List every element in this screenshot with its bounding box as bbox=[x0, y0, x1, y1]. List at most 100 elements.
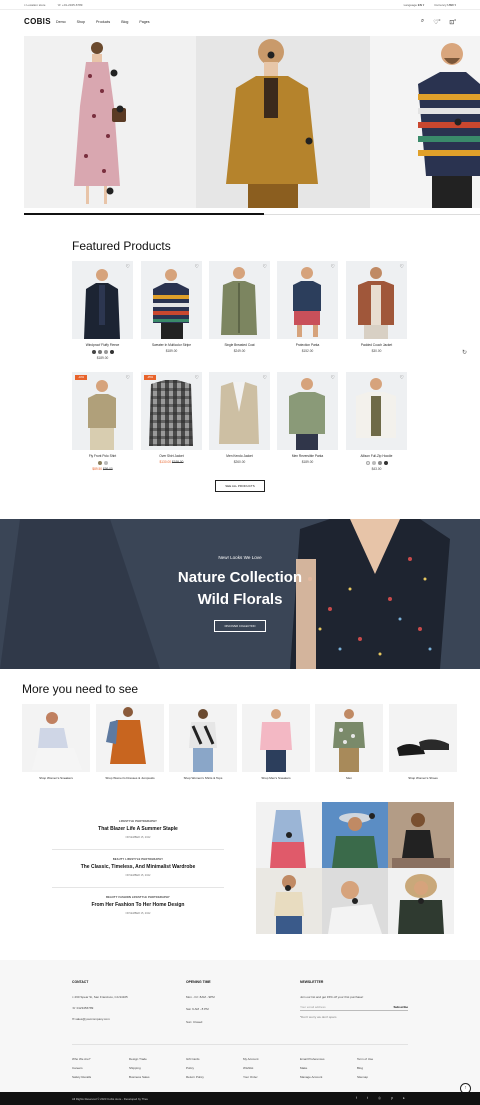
product-card[interactable]: ♡ Padded Couch Jacket $30.00 bbox=[346, 261, 407, 353]
discover-collection-button[interactable]: DISCOVER COLLECTION bbox=[214, 620, 266, 632]
category-card[interactable]: Shop Women's Shirts & Tops bbox=[169, 704, 237, 780]
blog-post[interactable]: BEAUTY FASHION LIFESTYLE PHOTOGRAPHY Fro… bbox=[52, 896, 224, 915]
hero-slider[interactable] bbox=[24, 36, 480, 208]
footer-link[interactable]: Return Policy bbox=[186, 1075, 204, 1079]
product-card[interactable]: ♡ Sweater In Multicolor Stripe $189.00 bbox=[141, 261, 202, 353]
category-image[interactable] bbox=[315, 704, 383, 772]
product-card[interactable]: ♡ Protection Parka $152.00 bbox=[277, 261, 338, 353]
category-image[interactable] bbox=[96, 704, 164, 772]
category-label[interactable]: Shop Women's Dresses & Jumpsuits bbox=[96, 776, 164, 780]
scroll-refresh-icon[interactable]: ↻ bbox=[462, 349, 467, 356]
footer-link[interactable]: Email Preferences bbox=[300, 1057, 325, 1061]
footer-link[interactable]: Shipping bbox=[129, 1066, 141, 1070]
category-image[interactable] bbox=[22, 704, 90, 772]
product-image[interactable]: ♡ bbox=[277, 372, 338, 450]
wishlist-heart-icon[interactable]: ♡ bbox=[263, 264, 267, 270]
product-image[interactable]: ♡ bbox=[209, 372, 270, 450]
product-name[interactable]: Sweater In Multicolor Stripe bbox=[141, 343, 202, 347]
category-label[interactable]: Men bbox=[315, 776, 383, 780]
product-name[interactable]: Fly Front Polo Shirt bbox=[72, 454, 133, 458]
post-tags[interactable]: BEAUTY LIFESTYLE PHOTOGRAPHY bbox=[52, 858, 224, 861]
wishlist-heart-icon[interactable]: ♡ bbox=[331, 375, 335, 381]
blog-post[interactable]: LIFESTYLE PHOTOGRAPHY That Blazer Life A… bbox=[52, 820, 224, 839]
post-title[interactable]: The Classic, Timeless, And Minimalist Wa… bbox=[52, 864, 224, 870]
location-link[interactable]: ⌖ Location store bbox=[24, 3, 45, 7]
product-name[interactable]: Protection Parka bbox=[277, 343, 338, 347]
category-card[interactable]: Men bbox=[315, 704, 383, 780]
nav-item-demo[interactable]: Demo bbox=[56, 20, 66, 24]
twitter-icon[interactable]: t bbox=[367, 1096, 368, 1100]
language-select[interactable]: Language EN ▾ bbox=[404, 3, 425, 7]
wishlist-heart-icon[interactable]: ♡ bbox=[263, 375, 267, 381]
post-title[interactable]: That Blazer Life A Summer Staple bbox=[52, 826, 224, 832]
facebook-icon[interactable]: f bbox=[356, 1096, 357, 1100]
footer-link[interactable]: Safety Recalls bbox=[72, 1075, 91, 1079]
phone-link[interactable]: ☏ +01-2345-6789 bbox=[57, 3, 82, 7]
wishlist-heart-icon[interactable]: ♡ bbox=[195, 375, 199, 381]
wishlist-heart-icon[interactable]: ♡ bbox=[126, 264, 130, 270]
product-name[interactable]: Over Shirt Jacket bbox=[141, 454, 202, 458]
footer-link[interactable]: Policy bbox=[186, 1066, 194, 1070]
youtube-icon[interactable]: ▸ bbox=[403, 1096, 405, 1100]
footer-link[interactable]: Design Trade bbox=[129, 1057, 147, 1061]
product-image[interactable]: ♡ bbox=[209, 261, 270, 339]
category-card[interactable]: Shop Women's Shoes bbox=[389, 704, 457, 780]
footer-link[interactable]: Gift Cards bbox=[186, 1057, 200, 1061]
wishlist-heart-icon[interactable]: ♡ bbox=[400, 264, 404, 270]
subscribe-button[interactable]: Subscribe bbox=[393, 1005, 408, 1009]
product-card[interactable]: ♡ Allison Full-Zip Hoodie $43.00 bbox=[346, 372, 407, 471]
pinterest-icon[interactable]: p bbox=[391, 1096, 393, 1100]
category-card[interactable]: Shop Women's Dresses & Jumpsuits bbox=[96, 704, 164, 780]
category-image[interactable] bbox=[242, 704, 310, 772]
footer-link[interactable]: Sitemap bbox=[357, 1075, 368, 1079]
category-image[interactable] bbox=[169, 704, 237, 772]
product-image[interactable]: ♡ bbox=[141, 261, 202, 339]
product-card[interactable]: -10% ♡ Fly Front Polo Shirt $89.50 $99.0… bbox=[72, 372, 133, 471]
nav-item-products[interactable]: Products bbox=[96, 20, 110, 24]
wishlist-heart-icon[interactable]: ♡ bbox=[331, 264, 335, 270]
gallery-image[interactable] bbox=[256, 868, 322, 934]
wishlist-heart-icon[interactable]: ♡ bbox=[400, 375, 404, 381]
nav-item-shop[interactable]: Shop bbox=[77, 20, 85, 24]
cart-icon[interactable]: ⊡0 bbox=[449, 18, 456, 26]
category-label[interactable]: Shop Women's Shirts & Tops bbox=[169, 776, 237, 780]
footer-email[interactable]: ✉ sales@yourcompany.com bbox=[72, 1017, 110, 1021]
category-label[interactable]: Shop Women's Shoes bbox=[389, 776, 457, 780]
product-card[interactable]: ♡ Men Reversible Parka $189.00 bbox=[277, 372, 338, 464]
gallery-image[interactable] bbox=[322, 868, 388, 934]
product-name[interactable]: Men Reversible Parka bbox=[277, 454, 338, 458]
product-image[interactable]: -35% ♡ bbox=[141, 372, 202, 450]
product-name[interactable]: Windproof Fluffy Fleece bbox=[72, 343, 133, 347]
category-card[interactable]: Shop Men's Sneakers bbox=[242, 704, 310, 780]
gallery-image[interactable] bbox=[388, 868, 454, 934]
product-image[interactable]: ♡ bbox=[277, 261, 338, 339]
product-name[interactable]: Men Kendo Jacket bbox=[209, 454, 270, 458]
footer-phone[interactable]: ☏ 0123456789 bbox=[72, 1006, 93, 1010]
product-card[interactable]: ♡ Men Kendo Jacket $260.00 bbox=[209, 372, 270, 464]
footer-link[interactable]: Make bbox=[300, 1066, 307, 1070]
nav-item-blog[interactable]: Blog bbox=[121, 20, 128, 24]
footer-link[interactable]: Blog bbox=[357, 1066, 363, 1070]
search-icon[interactable]: ⌕ bbox=[421, 18, 424, 26]
product-card[interactable]: -35% ♡ Over Shirt Jacket $130.00 $199.00 bbox=[141, 372, 202, 464]
footer-link[interactable]: Your Order bbox=[243, 1075, 258, 1079]
category-card[interactable]: Shop Women's Sneakers bbox=[22, 704, 90, 780]
footer-link[interactable]: My Account bbox=[243, 1057, 259, 1061]
gallery-image[interactable] bbox=[322, 802, 388, 868]
footer-link[interactable]: Who We Are? bbox=[72, 1057, 90, 1061]
gallery-image[interactable] bbox=[256, 802, 322, 868]
footer-link[interactable]: Term of Use bbox=[357, 1057, 373, 1061]
wishlist-icon[interactable]: ♡0 bbox=[433, 18, 440, 26]
footer-link[interactable]: Wishlist bbox=[243, 1066, 253, 1070]
post-title[interactable]: From Her Fashion To Her Home Design bbox=[52, 902, 224, 908]
product-name[interactable]: Allison Full-Zip Hoodie bbox=[346, 454, 407, 458]
category-label[interactable]: Shop Women's Sneakers bbox=[22, 776, 90, 780]
post-tags[interactable]: LIFESTYLE PHOTOGRAPHY bbox=[52, 820, 224, 823]
site-logo[interactable]: COBIS bbox=[24, 17, 51, 26]
category-label[interactable]: Shop Men's Sneakers bbox=[242, 776, 310, 780]
footer-link[interactable]: Careers bbox=[72, 1066, 83, 1070]
wishlist-heart-icon[interactable]: ♡ bbox=[126, 375, 130, 381]
newsletter-email-input[interactable]: Your email address bbox=[300, 1005, 326, 1009]
product-image[interactable]: ♡ bbox=[346, 372, 407, 450]
nav-item-pages[interactable]: Pages bbox=[139, 20, 149, 24]
